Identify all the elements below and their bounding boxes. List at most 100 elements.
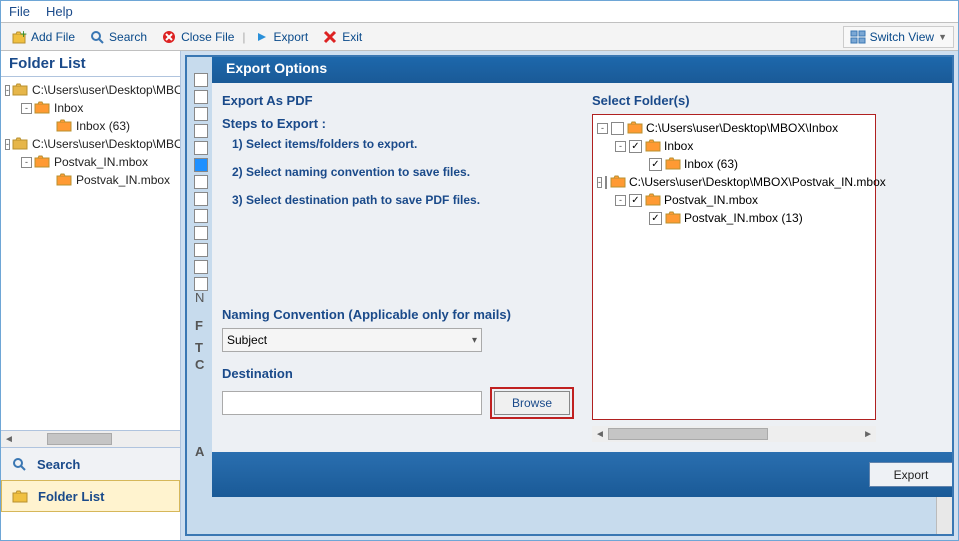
tree-item-label: C:\Users\user\Desktop\MBOX\Postvak_IN.mb… — [30, 137, 180, 151]
sidebar: Folder List - C:\Users\user\Desktop\MBOX\… — [1, 51, 181, 540]
folder-icon — [627, 119, 643, 138]
search-icon — [89, 29, 105, 45]
folder-icon — [34, 153, 50, 172]
folder-tree-label: Postvak_IN.mbox — [664, 193, 758, 207]
folder-icon — [56, 117, 72, 136]
folder-icon — [665, 209, 681, 228]
menu-file[interactable]: File — [9, 4, 30, 19]
sidebar-hscroll[interactable]: ◄ — [1, 431, 180, 447]
folder-tree[interactable]: - C:\Users\user\Desktop\MBOX\Inbox - Inbox I… — [1, 77, 180, 431]
folder-tree-label: Postvak_IN.mbox (13) — [684, 211, 803, 225]
search-button[interactable]: Search — [83, 27, 153, 47]
tree-item[interactable]: - Postvak_IN.mbox — [1, 153, 180, 171]
tree-item-label: Postvak_IN.mbox — [52, 155, 148, 169]
tree-item-label: Postvak_IN.mbox — [74, 173, 170, 187]
close-icon — [161, 29, 177, 45]
switch-view-button[interactable]: Switch View ▼ — [843, 26, 954, 48]
toolbar: + Add File Search Close File | Export Ex… — [1, 23, 958, 51]
chevron-down-icon: ▾ — [472, 335, 477, 346]
bg-letter: N — [195, 290, 204, 305]
folder-tree-label: Inbox (63) — [684, 157, 738, 171]
folder-checkbox[interactable] — [605, 176, 607, 189]
folder-icon — [665, 155, 681, 174]
content-area: KB) N F T C A Export Options Export As P… — [181, 51, 958, 540]
folder-icon — [34, 99, 50, 118]
expander-icon[interactable]: - — [5, 85, 10, 96]
tree-item[interactable]: - C:\Users\user\Desktop\MBOX\Postvak_IN.m… — [1, 135, 180, 153]
exit-icon — [322, 29, 338, 45]
expander-icon[interactable]: - — [615, 141, 626, 152]
folder-icon — [56, 171, 72, 190]
browse-button[interactable]: Browse — [494, 391, 570, 415]
folder-checkbox[interactable] — [629, 194, 642, 207]
export-button[interactable]: Export — [248, 27, 315, 47]
menu-bar: File Help — [1, 1, 958, 23]
tree-item[interactable]: Postvak_IN.mbox — [1, 171, 180, 189]
step-2: 2) Select naming convention to save file… — [232, 165, 584, 179]
folder-icon — [645, 137, 661, 156]
menu-help[interactable]: Help — [46, 4, 73, 19]
folder-tree-item[interactable]: - C:\Users\user\Desktop\MBOX\Inbox — [597, 119, 871, 137]
export-as-label: Export As PDF — [222, 93, 584, 108]
destination-label: Destination — [222, 366, 584, 381]
dialog-export-button[interactable]: Export — [869, 462, 953, 487]
naming-convention-select[interactable]: Subject▾ — [222, 328, 482, 352]
folder-icon — [12, 135, 28, 154]
folder-tree-label: Inbox — [664, 139, 693, 153]
dialog-title: Export Options — [212, 55, 954, 83]
folder-tree-label: C:\Users\user\Desktop\MBOX\Postvak_IN.mb… — [629, 175, 886, 189]
folder-checkbox[interactable] — [649, 212, 662, 225]
step-3: 3) Select destination path to save PDF f… — [232, 193, 584, 207]
tree-item[interactable]: - C:\Users\user\Desktop\MBOX\Inbox — [1, 81, 180, 99]
folder-icon — [12, 81, 28, 100]
add-file-button[interactable]: + Add File — [5, 27, 81, 47]
folder-icon — [645, 191, 661, 210]
bg-letter: A — [195, 444, 204, 459]
export-options-dialog: Export Options Export As PDF Steps to Ex… — [212, 55, 954, 497]
behind-checkboxes — [194, 73, 212, 294]
tree-item-label: Inbox — [52, 101, 83, 115]
select-folders-label: Select Folder(s) — [592, 93, 876, 108]
folder-checkbox[interactable] — [649, 158, 662, 171]
folder-tree-item[interactable]: - Postvak_IN.mbox — [597, 191, 871, 209]
folder-tree-label: C:\Users\user\Desktop\MBOX\Inbox — [646, 121, 838, 135]
dialog-button-bar: Export Cancel — [212, 452, 954, 497]
expander-icon[interactable]: - — [21, 157, 32, 168]
svg-text:+: + — [20, 29, 27, 41]
bg-letter: C — [195, 357, 204, 372]
tree-item-label: C:\Users\user\Desktop\MBOX\Inbox — [30, 83, 180, 97]
expander-icon[interactable]: - — [5, 139, 10, 150]
naming-convention-label: Naming Convention (Applicable only for m… — [222, 307, 584, 322]
close-file-button[interactable]: Close File — [155, 27, 240, 47]
add-file-icon: + — [11, 29, 27, 45]
bg-letter: F — [195, 318, 203, 333]
folder-tree-item[interactable]: - Inbox — [597, 137, 871, 155]
tree-item[interactable]: - Inbox — [1, 99, 180, 117]
sidebar-search-button[interactable]: Search — [1, 448, 180, 480]
expander-icon[interactable]: - — [597, 123, 608, 134]
steps-title: Steps to Export : — [222, 116, 584, 131]
step-1: 1) Select items/folders to export. — [232, 137, 584, 151]
folder-select-tree[interactable]: - C:\Users\user\Desktop\MBOX\Inbox - Inbox I… — [592, 114, 876, 420]
folder-icon — [12, 488, 28, 504]
folder-checkbox[interactable] — [611, 122, 624, 135]
expander-icon[interactable]: - — [615, 195, 626, 206]
folder-tree-hscroll[interactable]: ◄► — [592, 426, 876, 442]
tree-item[interactable]: Inbox (63) — [1, 117, 180, 135]
search-icon — [11, 456, 27, 472]
destination-input[interactable] — [222, 391, 482, 415]
folder-icon — [610, 173, 626, 192]
expander-icon[interactable]: - — [21, 103, 32, 114]
folder-tree-item[interactable]: -C:\Users\user\Desktop\MBOX\Postvak_IN.m… — [597, 173, 871, 191]
browse-highlight: Browse — [490, 387, 574, 419]
export-icon — [254, 29, 270, 45]
sidebar-title: Folder List — [1, 51, 180, 77]
folder-checkbox[interactable] — [629, 140, 642, 153]
folder-tree-item[interactable]: Postvak_IN.mbox (13) — [597, 209, 871, 227]
sidebar-folder-list-button[interactable]: Folder List — [1, 480, 180, 512]
expander-icon[interactable]: - — [597, 177, 602, 188]
exit-button[interactable]: Exit — [316, 27, 368, 47]
folder-tree-item[interactable]: Inbox (63) — [597, 155, 871, 173]
switch-view-icon — [850, 29, 866, 45]
tree-item-label: Inbox (63) — [74, 119, 130, 133]
